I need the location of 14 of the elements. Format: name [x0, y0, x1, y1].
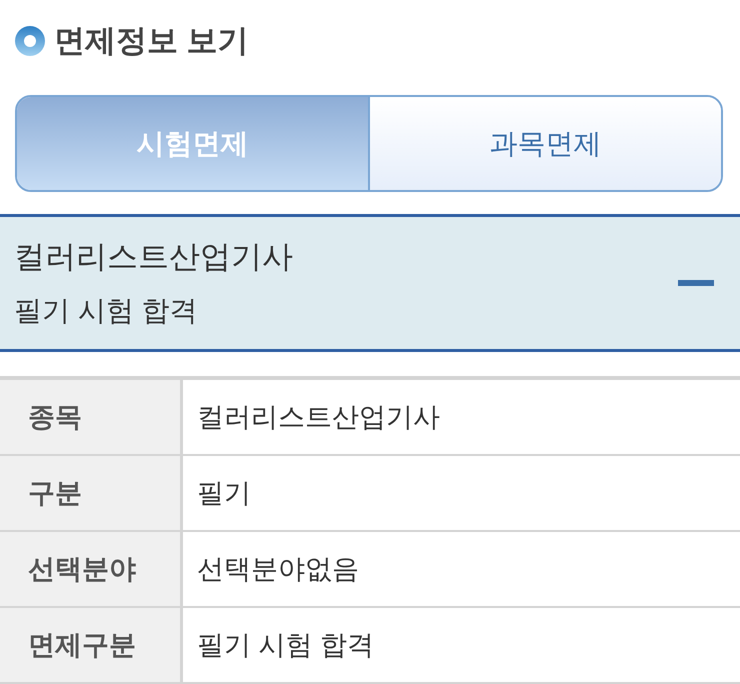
accordion-title: 컬러리스트산업기사	[14, 238, 294, 276]
table-cell-text: 컬러리스트산업기사	[196, 401, 441, 434]
bullet-icon	[14, 24, 46, 57]
header-cell: 면제구분	[0, 608, 183, 682]
table-cell-text: 선택분야없음	[196, 553, 360, 586]
table-cell-text: 필기	[196, 477, 252, 510]
header-cell: 종목	[0, 380, 183, 454]
header-cell: 선택분야	[0, 532, 183, 606]
header-cell: 구분	[0, 456, 183, 530]
page-title: 면제정보 보기	[54, 22, 249, 60]
accordion-header[interactable]: 컬러리스트산업기사 필기 시험 합격	[0, 214, 740, 352]
table-cell-text: 필기 시험 합격	[196, 629, 376, 662]
tab[interactable]: 과목면제	[368, 97, 721, 190]
accordion-subtitle: 필기 시험 합격	[14, 294, 199, 328]
